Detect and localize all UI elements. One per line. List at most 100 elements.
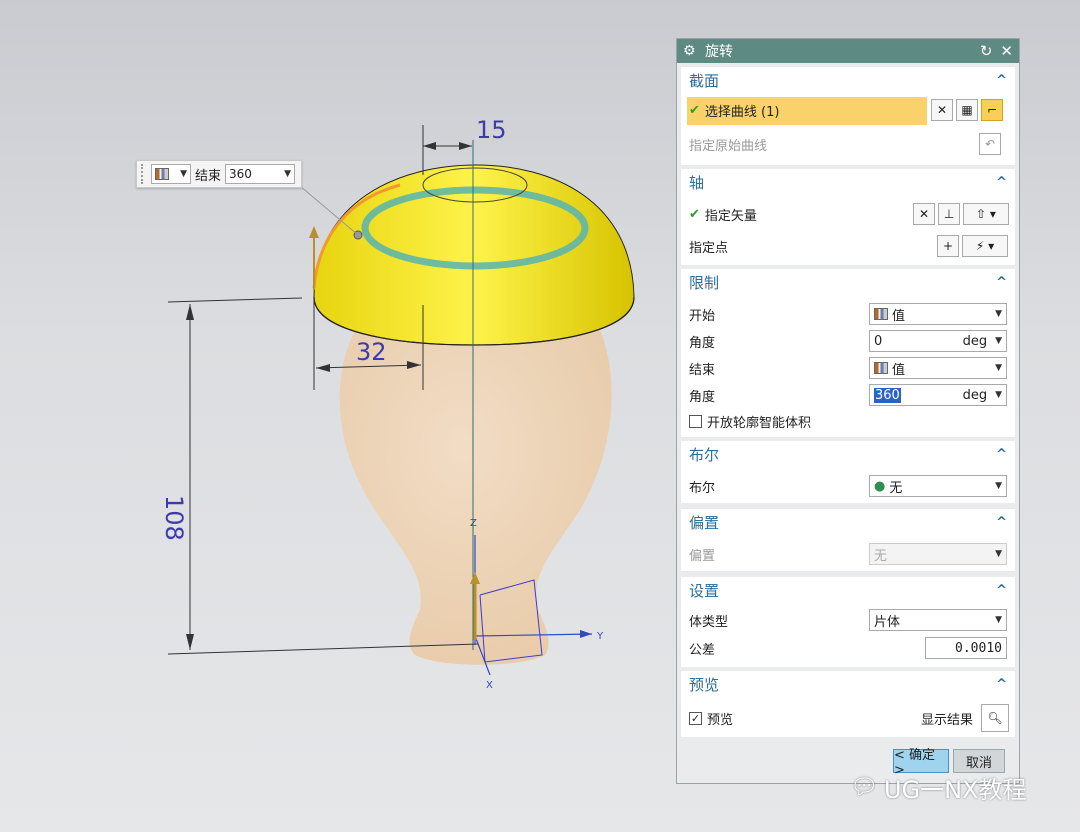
gear-icon[interactable]: ⚙: [683, 43, 699, 59]
dim-top-value: 15: [476, 116, 507, 144]
start-angle-row: 角度 0 deg ▼: [681, 328, 1015, 354]
dialog-title: 旋转: [705, 44, 733, 60]
open-profile-row[interactable]: 开放轮廓智能体积: [681, 408, 1015, 434]
axis-z-label: Z: [470, 518, 477, 529]
collapse-icon[interactable]: ^: [996, 583, 1007, 598]
original-curve-icon[interactable]: ↶: [979, 133, 1001, 155]
collapse-icon[interactable]: ^: [996, 677, 1007, 692]
open-profile-checkbox[interactable]: [689, 414, 702, 428]
floating-end-toolbar: ▼ 结束 360 ▼: [136, 160, 302, 188]
reset-icon[interactable]: ↻: [980, 42, 993, 60]
end-type-combo[interactable]: ▼: [151, 164, 191, 184]
settings-group-title: 设置: [689, 581, 720, 600]
reverse-direction-icon[interactable]: ✕: [913, 203, 935, 225]
end-value-combo[interactable]: 360 ▼: [225, 164, 296, 184]
preview-group-title: 预览: [689, 675, 720, 694]
close-icon[interactable]: ✕: [1000, 42, 1013, 60]
end-angle-row: 角度 360 deg ▼: [681, 382, 1015, 408]
collapse-icon[interactable]: ^: [996, 175, 1007, 190]
collapse-icon[interactable]: ^: [996, 515, 1007, 530]
select-curve-row[interactable]: ✔ 选择曲线 (1) ✕ ▦ ⌐: [681, 97, 1015, 125]
specify-vector-label: 指定矢量: [704, 208, 757, 224]
offset-group-title: 偏置: [689, 513, 720, 532]
chevron-down-icon: ▼: [995, 309, 1002, 319]
value-type-icon: [155, 168, 169, 180]
boolean-select[interactable]: ● 无 ▼: [869, 475, 1007, 497]
body-type-label: 体类型: [689, 614, 729, 630]
end-type-value: 值: [892, 362, 906, 378]
settings-group-header[interactable]: 设置 ^: [681, 577, 1015, 603]
end-label: 结束: [195, 168, 222, 184]
offset-group-header[interactable]: 偏置 ^: [681, 509, 1015, 535]
section-group-title: 截面: [689, 71, 720, 90]
body-type-select[interactable]: 片体 ▼: [869, 609, 1007, 631]
axis-x-label: X: [486, 680, 493, 691]
value-type-icon: [874, 362, 888, 374]
section-group-header[interactable]: 截面 ^: [681, 67, 1015, 93]
preview-checkbox[interactable]: ✓: [689, 711, 702, 725]
start-angle-value: 0: [874, 333, 883, 349]
chevron-down-icon: ▼: [995, 363, 1002, 373]
value-type-icon: [874, 308, 888, 320]
wechat-icon: 💬︎: [850, 775, 878, 800]
boolean-group: 布尔 ^ 布尔 ● 无 ▼: [681, 441, 1015, 503]
watermark-text: UG一NX教程: [883, 776, 1027, 804]
body-type-value: 片体: [874, 614, 901, 630]
toolbar-grip[interactable]: [141, 164, 147, 184]
vector-dialog-icon[interactable]: ⊥: [938, 203, 960, 225]
curve-rule-icon[interactable]: ✕: [931, 99, 953, 121]
boolean-value: 无: [889, 480, 903, 496]
end-type-select[interactable]: 值 ▼: [869, 357, 1007, 379]
chevron-down-icon[interactable]: ▼: [995, 390, 1002, 400]
end-label: 结束: [689, 362, 716, 378]
dim-left-value: 32: [356, 338, 387, 366]
collapse-icon[interactable]: ^: [996, 447, 1007, 462]
show-result-button[interactable]: 🔍︎: [981, 704, 1009, 732]
offset-row: 偏置 无 ▼: [681, 541, 1015, 567]
chevron-down-icon: ▼: [180, 169, 187, 179]
chevron-down-icon: ▼: [995, 481, 1002, 491]
sketch-icon[interactable]: ▦: [956, 99, 978, 121]
axis-group-header[interactable]: 轴 ^: [681, 169, 1015, 195]
specify-vector-row[interactable]: ✔ 指定矢量 ✕ ⊥ ⇧ ▾: [681, 201, 1015, 227]
start-angle-label: 角度: [689, 335, 716, 351]
show-result-label: 显示结果: [921, 712, 974, 728]
boolean-group-title: 布尔: [689, 445, 720, 464]
preview-row: ✓ 预览 显示结果 🔍︎: [681, 704, 1015, 732]
start-angle-input[interactable]: 0 deg ▼: [869, 330, 1007, 352]
point-type-dropdown[interactable]: ⚡ ▾: [962, 235, 1008, 257]
collapse-icon[interactable]: ^: [996, 275, 1007, 290]
specify-point-label: 指定点: [689, 240, 729, 256]
chevron-down-icon: ▼: [995, 615, 1002, 625]
point-dialog-icon[interactable]: +: [937, 235, 959, 257]
offset-group: 偏置 ^ 偏置 无 ▼: [681, 509, 1015, 571]
limits-group-header[interactable]: 限制 ^: [681, 269, 1015, 295]
tolerance-input[interactable]: 0.0010: [925, 637, 1007, 659]
collapse-icon[interactable]: ^: [996, 73, 1007, 88]
vector-type-dropdown[interactable]: ⇧ ▾: [963, 203, 1009, 225]
end-value-text: 360: [229, 167, 252, 181]
tolerance-label: 公差: [689, 642, 716, 658]
preview-group-header[interactable]: 预览 ^: [681, 671, 1015, 697]
start-label: 开始: [689, 308, 716, 324]
start-type-select[interactable]: 值 ▼: [869, 303, 1007, 325]
axis-group-title: 轴: [689, 173, 705, 192]
chevron-down-icon: ▼: [284, 169, 292, 179]
end-angle-input[interactable]: 360 deg ▼: [869, 384, 1007, 406]
end-row: 结束 值 ▼: [681, 355, 1015, 381]
magnifier-icon: 🔍︎: [987, 711, 1003, 725]
limits-group-title: 限制: [689, 273, 720, 292]
specify-point-row[interactable]: 指定点 + ⚡ ▾: [681, 233, 1015, 259]
boolean-none-icon: ●: [874, 478, 886, 494]
specify-original-row[interactable]: 指定原始曲线 ↶: [681, 131, 1015, 157]
curve-icon[interactable]: ⌐: [981, 99, 1003, 121]
end-angle-unit: deg: [962, 387, 988, 403]
body-type-row: 体类型 片体 ▼: [681, 607, 1015, 633]
chevron-down-icon[interactable]: ▼: [995, 336, 1002, 346]
start-angle-unit: deg: [962, 333, 988, 349]
end-angle-label: 角度: [689, 389, 716, 405]
boolean-group-header[interactable]: 布尔 ^: [681, 441, 1015, 467]
boolean-label: 布尔: [689, 480, 716, 496]
end-angle-value: 360: [874, 387, 901, 403]
offset-label: 偏置: [689, 548, 716, 564]
